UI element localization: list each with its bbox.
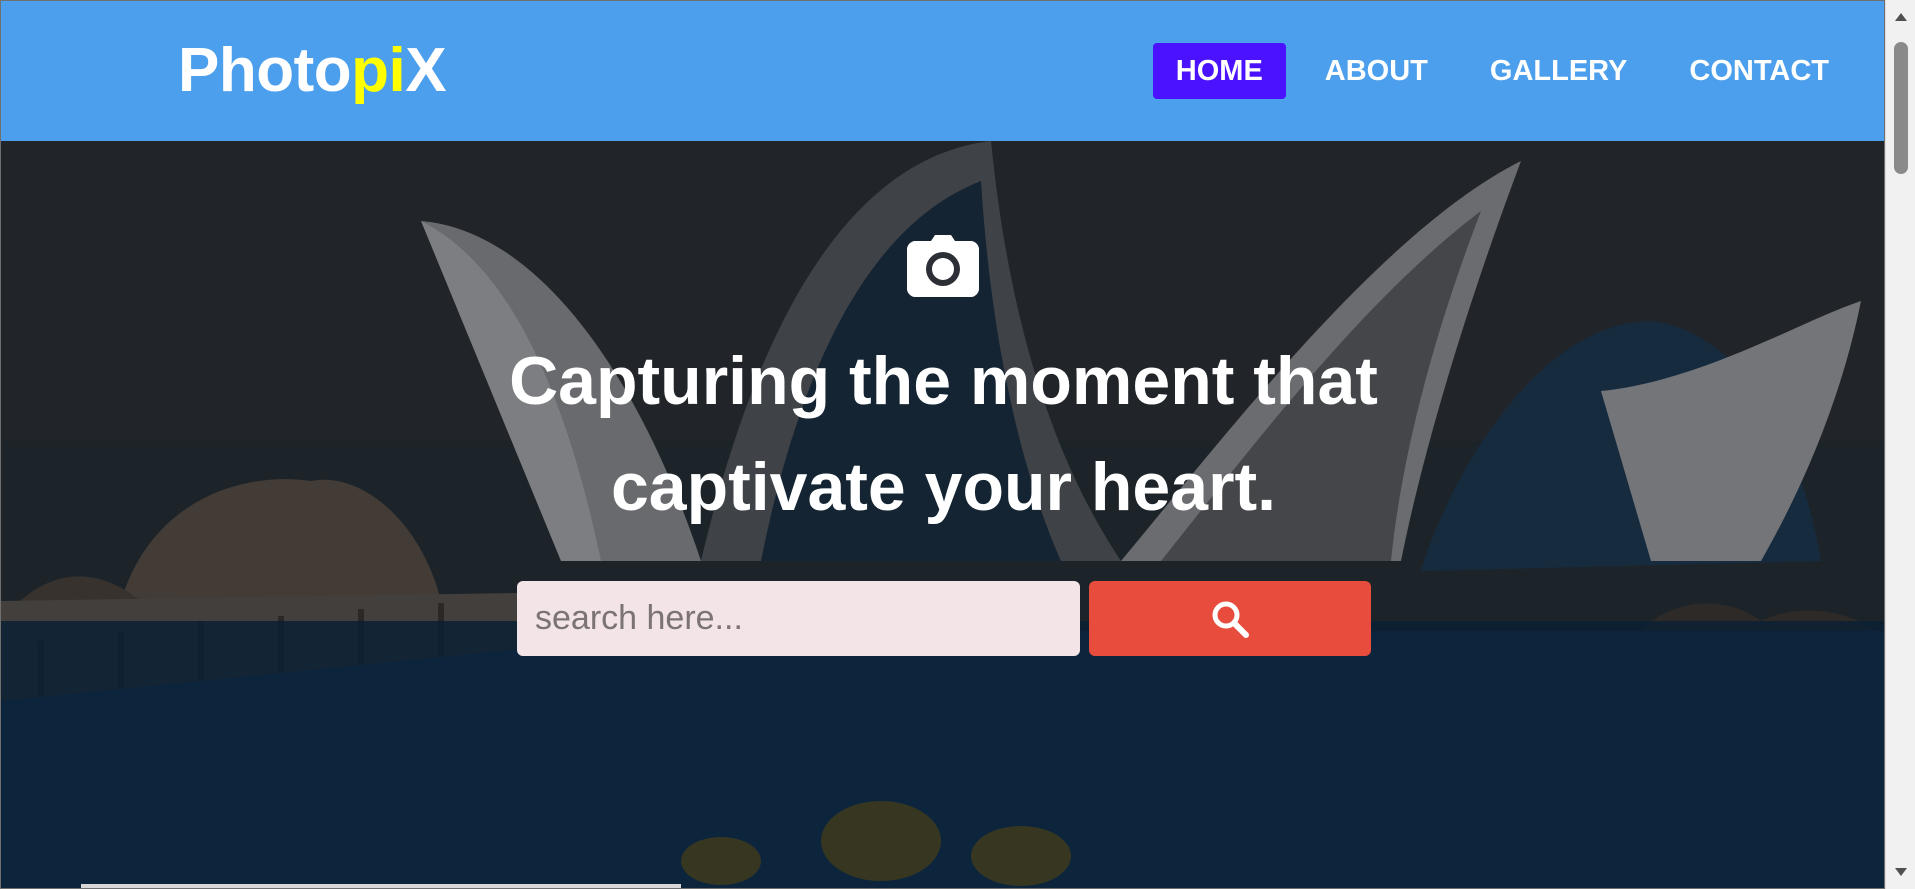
site-header: PhotopiX HOME ABOUT GALLERY CONTACT [1,1,1884,141]
hero-content: Capturing the moment that captivate your… [1,141,1884,888]
logo-text-accent: pi [351,36,406,105]
main-nav: HOME ABOUT GALLERY CONTACT [1137,43,1852,99]
hero-section: Capturing the moment that captivate your… [1,141,1884,888]
horizontal-scroll-track [81,884,681,888]
search-icon [1212,601,1249,638]
scroll-thumb[interactable] [1894,42,1908,174]
camera-icon [907,235,979,297]
logo-text-main: Photo [178,36,352,105]
nav-item-about[interactable]: ABOUT [1302,43,1451,99]
nav-item-contact[interactable]: CONTACT [1666,43,1852,99]
headline-line-1: Capturing the moment that [509,343,1378,419]
vertical-scrollbar[interactable] [1885,0,1915,889]
browser-viewport: PhotopiX HOME ABOUT GALLERY CONTACT Capt… [0,0,1885,889]
nav-item-home[interactable]: HOME [1152,43,1286,99]
nav-item-gallery[interactable]: GALLERY [1467,43,1650,99]
hero-headline: Capturing the moment that captivate your… [401,328,1486,540]
search-input[interactable] [517,581,1080,656]
search-button[interactable] [1089,581,1371,656]
site-logo[interactable]: PhotopiX [178,35,447,106]
scroll-down-arrow-icon[interactable] [1886,859,1915,885]
scroll-up-arrow-icon[interactable] [1886,4,1915,30]
logo-text-end: X [405,36,447,105]
headline-line-2: captivate your heart. [610,449,1277,525]
